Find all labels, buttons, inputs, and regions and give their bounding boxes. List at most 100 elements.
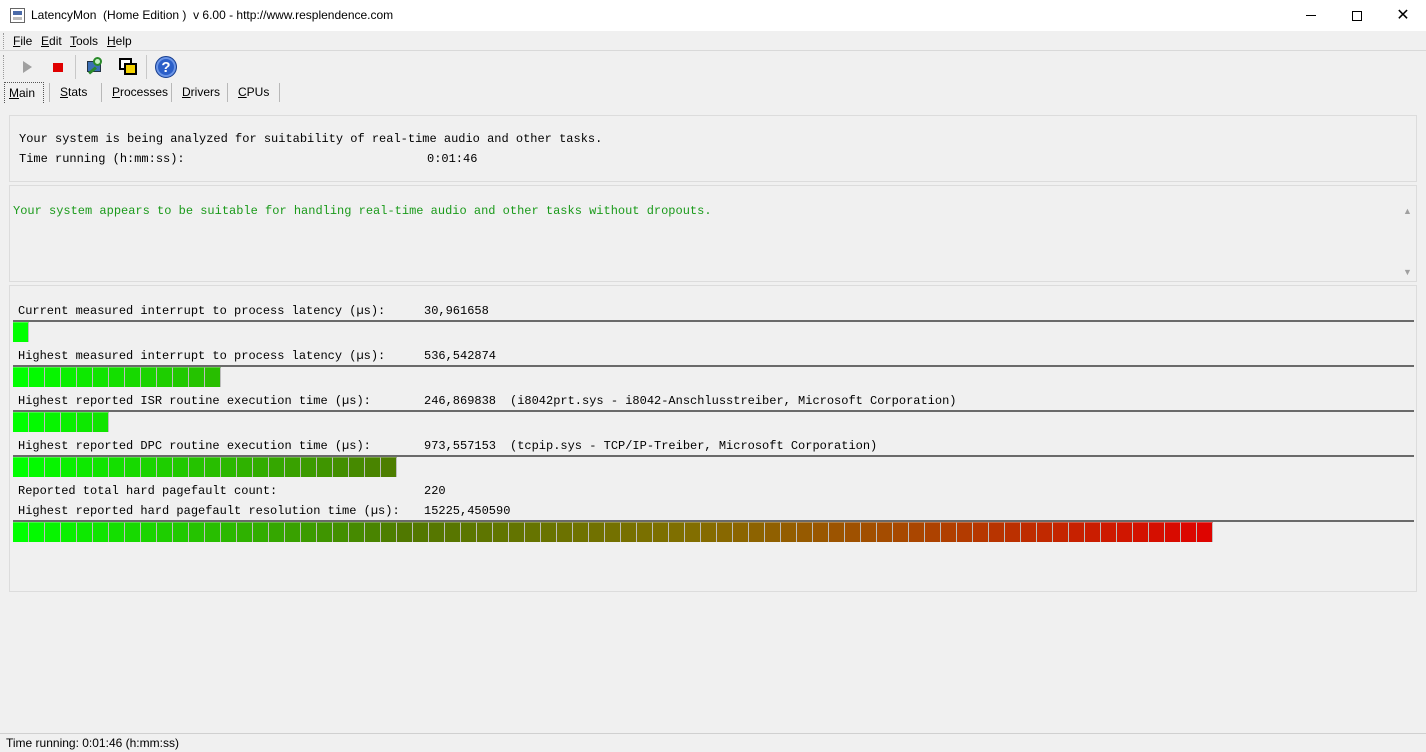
meter-segment: [1005, 522, 1021, 542]
meter-segment: [989, 522, 1005, 542]
meter-segment: [1197, 522, 1213, 542]
meter-segment: [829, 522, 845, 542]
help-button[interactable]: ?: [153, 55, 179, 79]
menu-bar: File Edit Tools Help: [0, 31, 1426, 51]
analyze-button[interactable]: [82, 55, 108, 79]
tab-stats[interactable]: Stats: [60, 82, 87, 103]
meter-segment: [349, 522, 365, 542]
tab-cpus[interactable]: CPUs: [238, 82, 269, 103]
summary-panel: Your system is being analyzed for suitab…: [9, 115, 1417, 182]
toolbar-grip[interactable]: [3, 55, 5, 79]
menu-tools[interactable]: Tools: [70, 34, 98, 48]
dpc-label: Highest reported DPC routine execution t…: [18, 439, 371, 453]
meter-segment: [893, 522, 909, 542]
analysis-message: Your system is being analyzed for suitab…: [19, 132, 603, 146]
menu-grip[interactable]: [3, 33, 5, 49]
scroll-down-icon[interactable]: ▼: [1399, 263, 1416, 280]
meter-segment: [269, 457, 285, 477]
meter-segment: [269, 522, 285, 542]
meter-segment: [237, 522, 253, 542]
meter-segment: [157, 457, 173, 477]
menu-edit[interactable]: Edit: [41, 34, 62, 48]
meter-segment: [797, 522, 813, 542]
stop-button[interactable]: [45, 55, 71, 79]
meter-segment: [733, 522, 749, 542]
current-latency-meter: [13, 320, 1414, 342]
meter-segment: [557, 522, 573, 542]
meter-segment: [29, 457, 45, 477]
tab-processes[interactable]: Processes: [112, 82, 168, 103]
meter-segment: [109, 367, 125, 387]
meter-segment: [909, 522, 925, 542]
isr-value: 246,869838: [424, 394, 497, 408]
toolbar: ?: [0, 52, 1426, 82]
tab-separator: [227, 83, 228, 102]
meter-segment: [317, 457, 333, 477]
meter-segment: [365, 522, 381, 542]
dpc-meter: [13, 455, 1414, 477]
tab-separator: [279, 83, 280, 102]
minimize-icon: [1306, 15, 1316, 16]
isr-meter: [13, 410, 1414, 432]
meter-segment: [141, 367, 157, 387]
pagefault-count-label: Reported total hard pagefault count:: [18, 484, 278, 498]
meter-segment: [237, 457, 253, 477]
close-icon: ✕: [1396, 6, 1410, 24]
tab-drivers[interactable]: Drivers: [182, 82, 220, 103]
meter-segment: [141, 522, 157, 542]
tab-main[interactable]: Main: [4, 82, 44, 103]
meter-segment: [397, 522, 413, 542]
meter-segment: [13, 322, 29, 342]
meter-segment: [333, 457, 349, 477]
status-text: Time running: 0:01:46 (h:mm:ss): [6, 736, 179, 750]
toolbar-separator: [146, 55, 147, 79]
toolbar-separator: [75, 55, 76, 79]
meter-segment: [109, 522, 125, 542]
meter-segment: [61, 412, 77, 432]
meter-segment: [13, 457, 29, 477]
close-button[interactable]: ✕: [1380, 0, 1426, 31]
meter-segment: [781, 522, 797, 542]
meter-segment: [77, 457, 93, 477]
analyze-icon: [85, 57, 105, 77]
menu-file[interactable]: File: [13, 34, 32, 48]
meter-segment: [493, 522, 509, 542]
scroll-up-icon[interactable]: ▲: [1399, 202, 1416, 219]
measurements-panel: Current measured interrupt to process la…: [9, 285, 1417, 592]
meter-segment: [125, 522, 141, 542]
meter-segment: [749, 522, 765, 542]
pagefault-time-value: 15225,450590: [424, 504, 511, 518]
meter-segment: [941, 522, 957, 542]
meter-segment: [29, 522, 45, 542]
meter-segment: [93, 412, 109, 432]
highest-latency-label: Highest measured interrupt to process la…: [18, 349, 386, 363]
minimize-button[interactable]: [1288, 0, 1334, 31]
meter-segment: [13, 522, 29, 542]
meter-segment: [13, 412, 29, 432]
meter-segment: [173, 367, 189, 387]
maximize-button[interactable]: [1334, 0, 1380, 31]
meter-segment: [1021, 522, 1037, 542]
meter-segment: [93, 457, 109, 477]
meter-segment: [1069, 522, 1085, 542]
meter-segment: [77, 522, 93, 542]
windows-button[interactable]: [115, 55, 141, 79]
meter-segment: [93, 522, 109, 542]
meter-segment: [349, 457, 365, 477]
windows-icon: [118, 57, 138, 77]
meter-segment: [285, 457, 301, 477]
meter-segment: [157, 522, 173, 542]
meter-segment: [461, 522, 477, 542]
meter-segment: [1053, 522, 1069, 542]
verdict-text: Your system appears to be suitable for h…: [13, 204, 712, 218]
meter-segment: [333, 522, 349, 542]
time-running-value: 0:01:46: [427, 152, 478, 166]
meter-segment: [77, 412, 93, 432]
verdict-scrollbar[interactable]: ▲ ▼: [1399, 202, 1416, 280]
dpc-driver: (tcpip.sys - TCP/IP-Treiber, Microsoft C…: [510, 439, 878, 453]
meter-segment: [813, 522, 829, 542]
meter-segment: [125, 457, 141, 477]
start-button[interactable]: [14, 55, 40, 79]
menu-help[interactable]: Help: [107, 34, 132, 48]
meter-segment: [445, 522, 461, 542]
